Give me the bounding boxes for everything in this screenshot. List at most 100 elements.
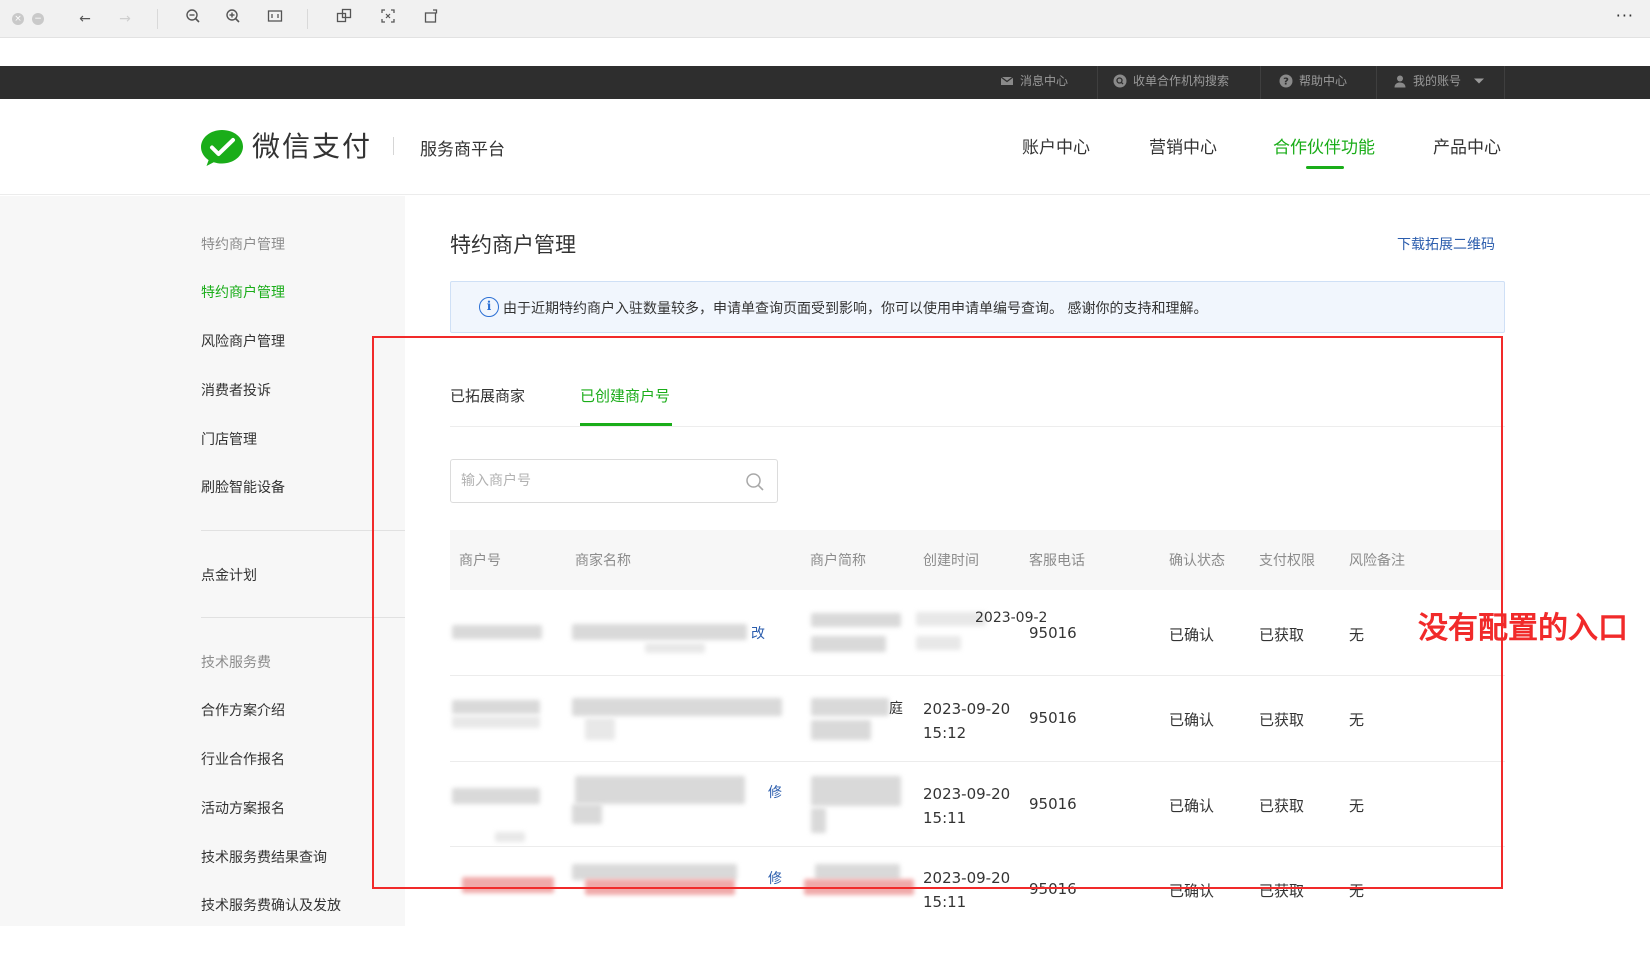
- my-account-link[interactable]: 我的账号: [1393, 66, 1485, 99]
- nav-partner-functions[interactable]: 合作伙伴功能: [1273, 133, 1375, 158]
- sidebar-item-risk-merchants[interactable]: 风险商户管理: [201, 331, 285, 351]
- service-phone: 95016: [1029, 880, 1077, 898]
- acquirer-search-link[interactable]: 收单合作机构搜索: [1113, 66, 1229, 99]
- annotation-text: 没有配置的入口: [1418, 611, 1628, 646]
- service-phone: 95016: [1029, 795, 1077, 813]
- toolbar-divider: [307, 9, 308, 29]
- pay-permission: 已获取: [1259, 626, 1305, 644]
- confirm-status: 已确认: [1169, 626, 1215, 644]
- minimize-window-icon[interactable]: −: [32, 13, 44, 25]
- redacted-merchant-name: [585, 879, 735, 895]
- confirm-status: 已确认: [1169, 797, 1215, 815]
- actual-size-icon[interactable]: [264, 8, 286, 30]
- sidebar-item-industry-registration[interactable]: 行业合作报名: [201, 749, 285, 769]
- redacted-merchant-id: [452, 716, 540, 728]
- column-header-created-time: 创建时间: [923, 553, 979, 569]
- redacted-short-name: [815, 864, 900, 880]
- sidebar-item-gold-plan[interactable]: 点金计划: [201, 565, 257, 585]
- sidebar-heading-tech-service-fee: 技术服务费: [201, 655, 271, 671]
- redacted-merchant-id: [462, 877, 554, 893]
- merchant-search-box: [450, 459, 778, 503]
- sidebar-item-face-pay-devices[interactable]: 刷脸智能设备: [201, 477, 285, 497]
- sidebar-heading-merchant-management: 特约商户管理: [201, 237, 285, 253]
- back-arrow-icon[interactable]: ←: [74, 8, 96, 30]
- created-time: 15:11: [923, 893, 967, 911]
- redacted-merchant-name: [585, 718, 615, 740]
- sidebar-item-merchant-management[interactable]: 特约商户管理: [201, 282, 285, 302]
- brand-logo-text: 微信支付: [252, 130, 373, 163]
- pay-permission: 已获取: [1259, 711, 1305, 729]
- pay-permission: 已获取: [1259, 797, 1305, 815]
- created-time: 15:11: [923, 809, 967, 827]
- redacted-created-time: [916, 636, 961, 650]
- edit-link[interactable]: 修: [768, 868, 782, 888]
- created-date: 2023-09-20: [923, 700, 1011, 718]
- redacted-merchant-name: [572, 624, 747, 640]
- column-header-pay-permission: 支付权限: [1259, 553, 1315, 569]
- sidebar-item-fee-confirm-release[interactable]: 技术服务费确认及发放: [201, 895, 341, 915]
- download-qrcode-link[interactable]: 下载拓展二维码: [1397, 234, 1495, 254]
- column-header-short-name: 商户简称: [810, 553, 866, 569]
- nav-account-center[interactable]: 账户中心: [1022, 133, 1090, 158]
- created-date: 2023-09-20: [923, 785, 1011, 803]
- fit-screen-icon[interactable]: [377, 8, 399, 30]
- merchant-id-search-input[interactable]: [461, 468, 731, 494]
- redacted-short-name: [811, 613, 901, 627]
- redacted-merchant-name: [572, 698, 782, 716]
- caret-down-icon: [1473, 78, 1484, 84]
- mail-icon: [1000, 76, 1014, 85]
- row-divider: [450, 846, 1505, 847]
- close-window-icon[interactable]: ×: [12, 13, 24, 25]
- edit-link[interactable]: 改: [751, 623, 765, 643]
- zoom-out-icon[interactable]: [182, 8, 204, 30]
- top-divider: [1260, 66, 1261, 99]
- service-phone: 95016: [1029, 709, 1077, 727]
- service-phone: 95016: [1029, 624, 1077, 642]
- notice-text: 由于近期特约商户入驻数量较多，申请单查询页面受到影响，你可以使用申请单编号查询。…: [503, 301, 1208, 317]
- pay-permission: 已获取: [1259, 882, 1305, 900]
- nav-active-indicator: [1306, 166, 1344, 169]
- more-options-icon[interactable]: ···: [1616, 6, 1634, 25]
- copy-icon[interactable]: [333, 8, 355, 30]
- wechat-pay-logo-icon: [201, 130, 243, 166]
- tab-created-merchant-ids[interactable]: 已创建商户号: [580, 385, 670, 406]
- help-center-label: 帮助中心: [1299, 74, 1348, 88]
- redacted-short-name: [811, 776, 901, 806]
- info-icon: i: [479, 297, 499, 317]
- search-icon[interactable]: [745, 472, 765, 492]
- sidebar-item-store-management[interactable]: 门店管理: [201, 429, 257, 449]
- tab-expanded-merchants[interactable]: 已拓展商家: [450, 385, 525, 406]
- toolbar-divider: [157, 9, 158, 29]
- forward-arrow-icon[interactable]: →: [114, 8, 136, 30]
- logo-divider: [393, 137, 394, 155]
- edit-link[interactable]: 修: [768, 782, 782, 802]
- my-account-label: 我的账号: [1413, 74, 1462, 88]
- redacted-merchant-id: [452, 700, 540, 714]
- rotate-icon[interactable]: [421, 8, 443, 30]
- sidebar-item-consumer-complaints[interactable]: 消费者投诉: [201, 380, 271, 400]
- redacted-merchant-id: [495, 832, 525, 842]
- nav-marketing-center[interactable]: 营销中心: [1149, 133, 1217, 158]
- column-header-service-phone: 客服电话: [1029, 553, 1085, 569]
- created-time: 15:12: [923, 724, 967, 742]
- acquirer-search-label: 收单合作机构搜索: [1133, 74, 1230, 88]
- short-name-fragment: 庭: [889, 701, 903, 717]
- site-header: 微信支付 服务商平台 账户中心 营销中心 合作伙伴功能 产品中心: [0, 99, 1650, 195]
- message-center-link[interactable]: 消息中心: [1000, 66, 1068, 99]
- zoom-in-icon[interactable]: [222, 8, 244, 30]
- confirm-status: 已确认: [1169, 711, 1215, 729]
- help-center-link[interactable]: ? 帮助中心: [1279, 66, 1347, 99]
- redacted-merchant-name: [575, 776, 745, 804]
- row-divider: [450, 675, 1505, 676]
- user-icon: [1394, 75, 1406, 88]
- redacted-merchant-name: [645, 643, 705, 653]
- sidebar-item-fee-result-query[interactable]: 技术服务费结果查询: [201, 847, 327, 867]
- column-header-merchant-name: 商家名称: [575, 553, 631, 569]
- sidebar-item-activity-registration[interactable]: 活动方案报名: [201, 798, 285, 818]
- platform-name: 服务商平台: [420, 140, 505, 160]
- nav-product-center[interactable]: 产品中心: [1433, 133, 1501, 158]
- confirm-status: 已确认: [1169, 882, 1215, 900]
- message-center-label: 消息中心: [1020, 74, 1069, 88]
- sidebar-item-cooperation-plan[interactable]: 合作方案介绍: [201, 700, 285, 720]
- column-header-merchant-id: 商户号: [459, 553, 501, 569]
